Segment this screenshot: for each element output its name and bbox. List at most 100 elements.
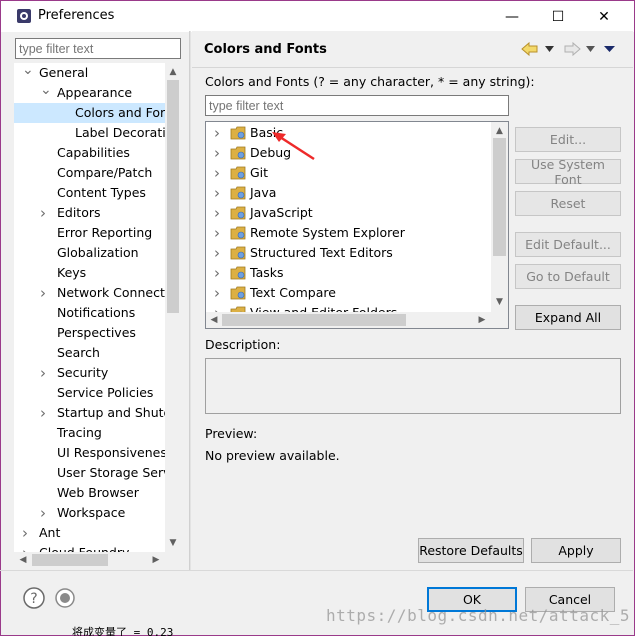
scroll-up-icon[interactable]: ▲ [165, 67, 181, 77]
tree-item[interactable]: Perspectives [14, 323, 165, 343]
preferences-filter-input[interactable] [15, 38, 181, 59]
panel-sash[interactable] [189, 31, 191, 571]
tree-item-label: Workspace [57, 505, 126, 520]
scroll-down-icon[interactable]: ▼ [491, 297, 508, 307]
minimize-button[interactable]: — [489, 1, 535, 32]
category-item[interactable]: › Basic [206, 123, 491, 143]
restore-defaults-button[interactable]: Restore Defaults [418, 538, 524, 563]
category-item[interactable]: › Java [206, 183, 491, 203]
tree-item[interactable]: Content Types [14, 183, 165, 203]
scroll-right-icon[interactable]: ▶ [474, 315, 490, 325]
colors-category-tree[interactable]: › Basic › Debug › Git › Java › JavaScript › Remote … [205, 121, 509, 329]
minimize-icon: — [505, 8, 519, 25]
help-icon[interactable]: ? [23, 587, 45, 609]
tree-item-label: Globalization [57, 245, 139, 260]
reset-button[interactable]: Reset [515, 191, 621, 216]
chevron-down-icon[interactable]: ⌄ [22, 63, 34, 83]
description-box [205, 358, 621, 414]
tree-item-label: Keys [57, 265, 87, 280]
description-label: Description: [205, 337, 281, 352]
chevron-right-icon[interactable]: › [214, 203, 224, 223]
tree-item[interactable]: Search [14, 343, 165, 363]
tree-item-label: Label Decoratio [75, 125, 174, 140]
back-menu-icon[interactable] [545, 45, 554, 53]
folder-icon [230, 126, 246, 140]
tree-item[interactable]: Colors and For [14, 103, 180, 123]
scroll-left-icon[interactable]: ◀ [15, 555, 31, 565]
scroll-up-icon[interactable]: ▲ [491, 126, 508, 136]
tree-item[interactable]: UI Responsiveness [14, 443, 173, 463]
chevron-right-icon[interactable]: › [214, 283, 224, 303]
edit-default-button[interactable]: Edit Default... [515, 232, 621, 257]
colors-tree-scroll-thumb[interactable] [493, 138, 506, 256]
chevron-right-icon[interactable]: › [214, 123, 224, 143]
preferences-tree-scroll-thumb[interactable] [167, 80, 179, 313]
use-system-font-button[interactable]: Use System Font [515, 157, 621, 187]
chevron-right-icon[interactable]: › [40, 203, 50, 223]
tree-item[interactable]: › Editors [14, 203, 165, 223]
chevron-right-icon[interactable]: › [40, 363, 50, 383]
colors-tree-hscroll-thumb[interactable] [222, 314, 406, 326]
category-item-label: Java [250, 185, 277, 200]
edit-button[interactable]: Edit... [515, 127, 621, 152]
tree-item[interactable]: Compare/Patch [14, 163, 165, 183]
tree-item[interactable]: Service Policies [14, 383, 165, 403]
chevron-right-icon[interactable]: › [40, 283, 50, 303]
tree-item-label: Search [57, 345, 100, 360]
chevron-down-icon[interactable]: ⌄ [40, 83, 52, 103]
tree-item[interactable]: › Security [14, 363, 165, 383]
chevron-right-icon[interactable]: › [214, 263, 224, 283]
tree-item[interactable]: ⌄ General [14, 63, 165, 83]
tree-item[interactable]: Web Browser [14, 483, 165, 503]
category-item[interactable]: › JavaScript [206, 203, 491, 223]
preferences-tree-hscroll-thumb[interactable] [32, 554, 108, 566]
maximize-button[interactable]: ☐ [535, 1, 581, 32]
folder-icon [230, 206, 246, 220]
tree-item[interactable]: › Startup and Shutd [14, 403, 171, 423]
category-item[interactable]: › Structured Text Editors [206, 243, 491, 263]
scroll-down-icon[interactable]: ▼ [165, 538, 181, 548]
tree-item[interactable]: › Workspace [14, 503, 165, 523]
tree-item[interactable]: › Ant [14, 523, 165, 543]
chevron-right-icon[interactable]: › [22, 523, 32, 543]
scroll-left-icon[interactable]: ◀ [206, 315, 222, 325]
expand-all-button[interactable]: Expand All [515, 305, 621, 330]
tree-item[interactable]: Globalization [14, 243, 165, 263]
chevron-right-icon[interactable]: › [214, 243, 224, 263]
back-arrow-icon[interactable] [521, 41, 539, 57]
category-item[interactable]: › Debug [206, 143, 491, 163]
tree-item[interactable]: Tracing [14, 423, 165, 443]
chevron-right-icon[interactable]: › [214, 163, 224, 183]
apply-button[interactable]: Apply [531, 538, 621, 563]
tree-item[interactable]: › Network Connectio [14, 283, 176, 303]
forward-menu-icon[interactable] [586, 45, 595, 53]
chevron-right-icon[interactable]: › [40, 503, 50, 523]
scroll-right-icon[interactable]: ▶ [148, 555, 164, 565]
preferences-tree[interactable]: ⌄ General ⌄ Appearance Colors and For Label D… [14, 63, 180, 553]
tree-item[interactable]: Label Decoratio [14, 123, 173, 143]
forward-arrow-icon[interactable] [563, 41, 581, 57]
tree-item-label: Tracing [57, 425, 102, 440]
tree-item-label: Network Connectio [57, 285, 176, 300]
category-item[interactable]: › Text Compare [206, 283, 491, 303]
colors-filter-input[interactable] [205, 95, 509, 116]
view-menu-icon[interactable] [604, 45, 615, 53]
category-item[interactable]: › Git [206, 163, 491, 183]
tree-item[interactable]: Keys [14, 263, 165, 283]
chevron-right-icon[interactable]: › [214, 143, 224, 163]
tree-item[interactable]: Error Reporting [14, 223, 165, 243]
category-item[interactable]: › Tasks [206, 263, 491, 283]
go-to-default-button[interactable]: Go to Default [515, 264, 621, 289]
tree-item-label: Error Reporting [57, 225, 153, 240]
import-export-icon[interactable] [55, 588, 75, 608]
chevron-right-icon[interactable]: › [40, 403, 50, 423]
tree-item[interactable]: Notifications [14, 303, 165, 323]
tree-item[interactable]: Capabilities [14, 143, 165, 163]
tree-item[interactable]: User Storage Serv [14, 463, 171, 483]
tree-item-label: Capabilities [57, 145, 130, 160]
chevron-right-icon[interactable]: › [214, 223, 224, 243]
close-button[interactable]: ✕ [581, 1, 627, 32]
tree-item[interactable]: ⌄ Appearance [14, 83, 165, 103]
category-item[interactable]: › Remote System Explorer [206, 223, 491, 243]
chevron-right-icon[interactable]: › [214, 183, 224, 203]
